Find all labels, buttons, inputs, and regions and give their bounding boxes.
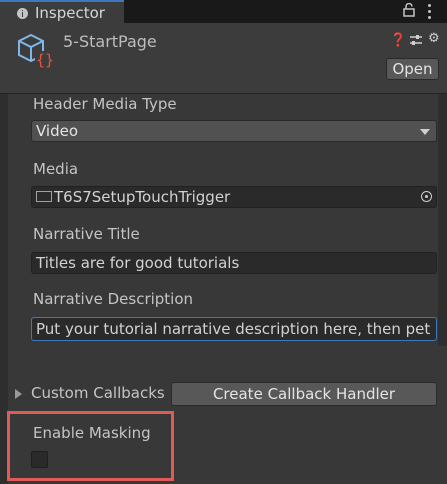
tab-bar: Inspector [0, 0, 447, 23]
video-clip-icon [36, 191, 52, 202]
svg-text:{}: {} [36, 51, 54, 69]
foldout-arrow-icon[interactable] [15, 389, 22, 399]
media-value: T6S7SetupTouchTrigger [54, 188, 231, 206]
header-media-type-value: Video [36, 122, 79, 140]
chevron-down-icon [420, 129, 430, 135]
highlight-box [7, 411, 174, 481]
preset-icon[interactable] [410, 35, 422, 46]
header-media-type-label: Header Media Type [33, 95, 177, 113]
tab-title: Inspector [35, 4, 105, 22]
narrative-description-label: Narrative Description [33, 290, 194, 308]
custom-callbacks-label[interactable]: Custom Callbacks [31, 384, 165, 402]
narrative-title-input[interactable]: Titles are for good tutorials [31, 252, 437, 274]
script-asset-icon: {} [18, 33, 54, 69]
info-icon [17, 8, 28, 19]
settings-icon[interactable]: ⚙ [428, 31, 440, 46]
help-icon[interactable]: ❓ [390, 33, 406, 48]
object-header: {} 5-StartPage ❓ ⚙ Open [0, 23, 447, 94]
open-button[interactable]: Open [386, 58, 439, 80]
narrative-title-label: Narrative Title [33, 225, 140, 243]
scrollbar-track[interactable] [438, 94, 447, 346]
media-object-field[interactable]: T6S7SetupTouchTrigger [31, 186, 437, 208]
media-label: Media [33, 160, 79, 178]
enable-masking-label: Enable Masking [33, 424, 151, 442]
narrative-description-input[interactable]: Put your tutorial narrative description … [31, 317, 437, 341]
header-media-type-dropdown[interactable]: Video [31, 120, 437, 142]
tab-inspector[interactable]: Inspector [0, 0, 124, 23]
narrative-title-value: Titles are for good tutorials [36, 254, 240, 272]
object-picker-icon[interactable] [421, 191, 432, 202]
lock-icon[interactable] [403, 3, 415, 17]
narrative-description-value: Put your tutorial narrative description … [36, 320, 437, 338]
enable-masking-checkbox[interactable] [31, 451, 48, 468]
create-callback-handler-button[interactable]: Create Callback Handler [171, 382, 437, 406]
tab-menu-icon[interactable] [428, 4, 432, 19]
object-name: 5-StartPage [63, 32, 157, 51]
